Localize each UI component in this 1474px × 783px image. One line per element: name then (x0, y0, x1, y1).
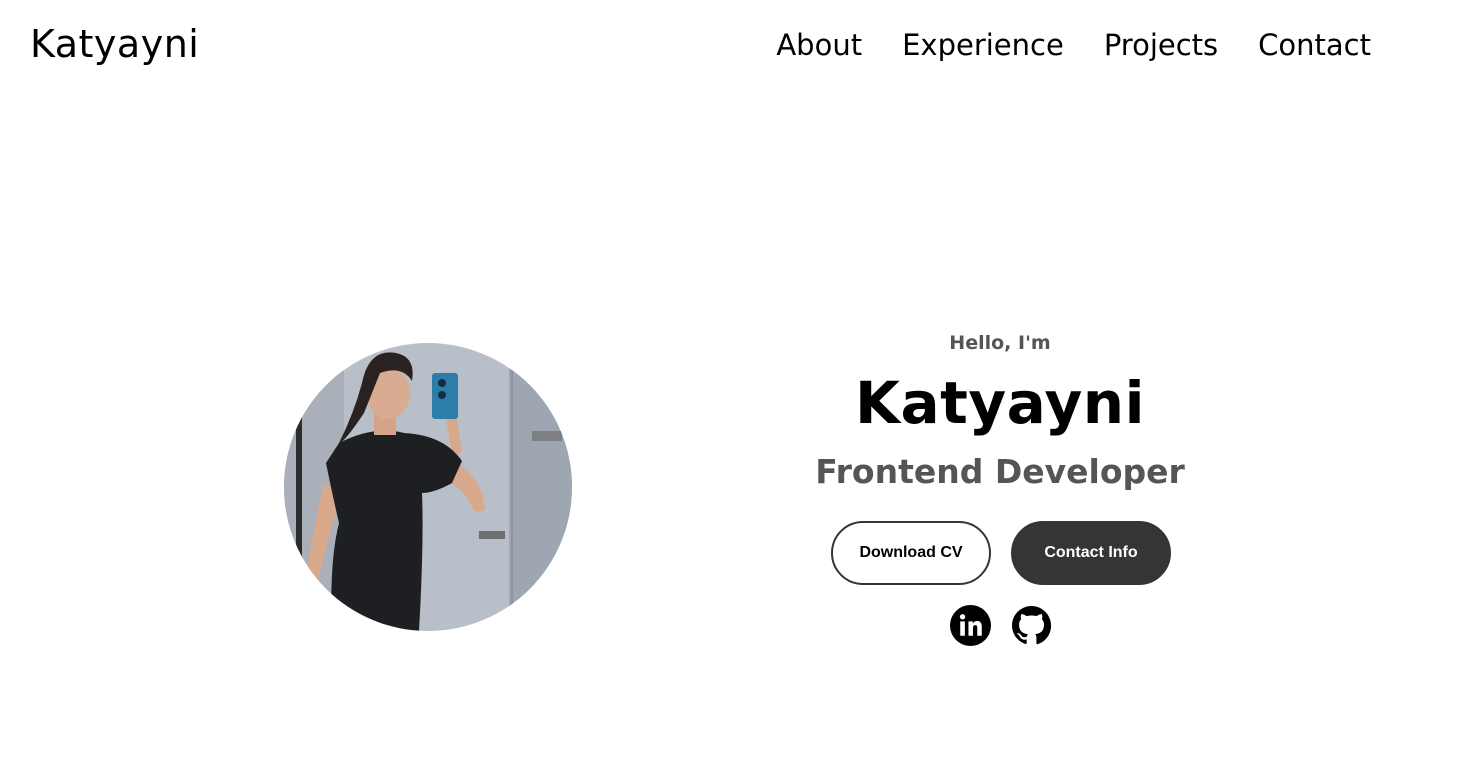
social-links (950, 605, 1052, 646)
hero-name: Katyayni (855, 369, 1145, 437)
nav-link-experience[interactable]: Experience (902, 28, 1064, 62)
nav-link-projects[interactable]: Projects (1104, 28, 1218, 62)
top-nav: Katyayni About Experience Projects Conta… (0, 0, 1474, 96)
nav-link-contact[interactable]: Contact (1258, 28, 1371, 62)
hero-role: Frontend Developer (815, 452, 1185, 491)
contact-info-button[interactable]: Contact Info (1011, 521, 1171, 585)
nav-link-about[interactable]: About (776, 28, 862, 62)
hero-text: Hello, I'm Katyayni Frontend Developer (800, 330, 1200, 492)
profile-picture (284, 343, 572, 631)
site-logo[interactable]: Katyayni (30, 22, 199, 66)
nav-item-contact: Contact (1258, 28, 1371, 62)
linkedin-icon[interactable] (950, 605, 991, 646)
nav-item-experience: Experience (902, 28, 1064, 62)
nav-item-about: About (776, 28, 862, 62)
nav-item-projects: Projects (1104, 28, 1218, 62)
nav-links: About Experience Projects Contact (776, 28, 1371, 62)
hero-buttons: Download CV Contact Info (831, 521, 1171, 585)
profile-photo (284, 343, 572, 631)
github-icon[interactable] (1011, 605, 1052, 646)
download-cv-button[interactable]: Download CV (831, 521, 991, 585)
greeting: Hello, I'm (949, 332, 1051, 354)
